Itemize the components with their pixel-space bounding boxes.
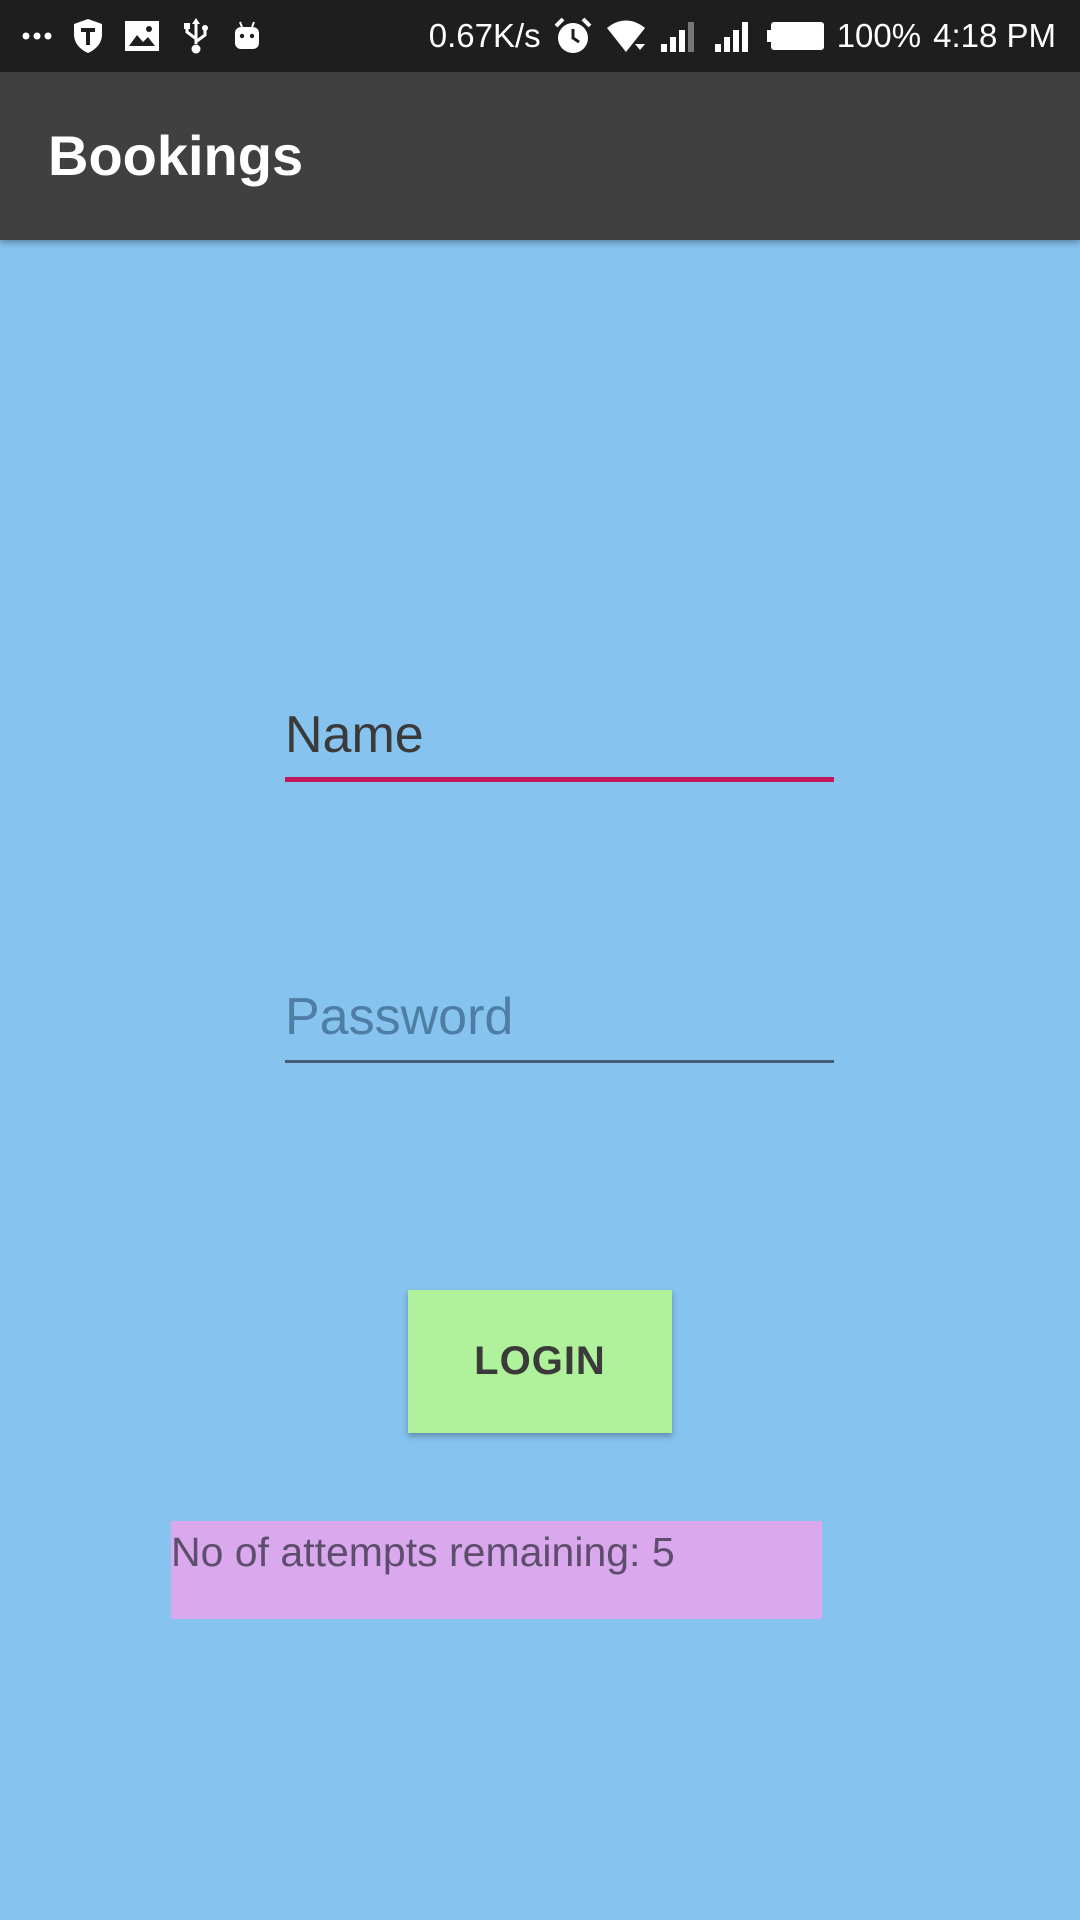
status-bar-left <box>22 0 262 72</box>
app-title: Bookings <box>48 124 304 187</box>
password-field-container <box>285 977 834 1067</box>
network-speed: 0.67K/s <box>428 17 541 54</box>
attempts-remaining-text: No of attempts remaining: 5 <box>171 1529 675 1575</box>
password-underline <box>285 1060 834 1063</box>
battery-icon <box>766 20 825 52</box>
usb-icon <box>180 16 212 56</box>
name-input[interactable] <box>285 695 834 775</box>
login-button[interactable]: LOGIN <box>408 1290 672 1433</box>
alarm-icon <box>553 16 593 56</box>
image-icon <box>124 20 160 52</box>
app-bar: Bookings <box>0 72 1080 240</box>
wifi-icon <box>605 18 647 54</box>
more-icon <box>22 31 52 41</box>
battery-percent: 100% <box>836 17 922 54</box>
name-field-container <box>285 695 834 785</box>
status-bar: 0.67K/s 100% 4:18 PM <box>0 0 1080 72</box>
password-input[interactable] <box>285 977 834 1057</box>
name-underline <box>285 777 834 782</box>
clock: 4:18 PM <box>933 17 1056 54</box>
status-bar-right: 0.67K/s 100% 4:18 PM <box>429 0 1056 72</box>
attempts-box: No of attempts remaining: 5 <box>171 1521 822 1619</box>
signal-icon <box>659 18 701 54</box>
signal-icon <box>713 18 755 54</box>
android-icon <box>232 20 262 52</box>
shield-icon <box>72 18 104 54</box>
